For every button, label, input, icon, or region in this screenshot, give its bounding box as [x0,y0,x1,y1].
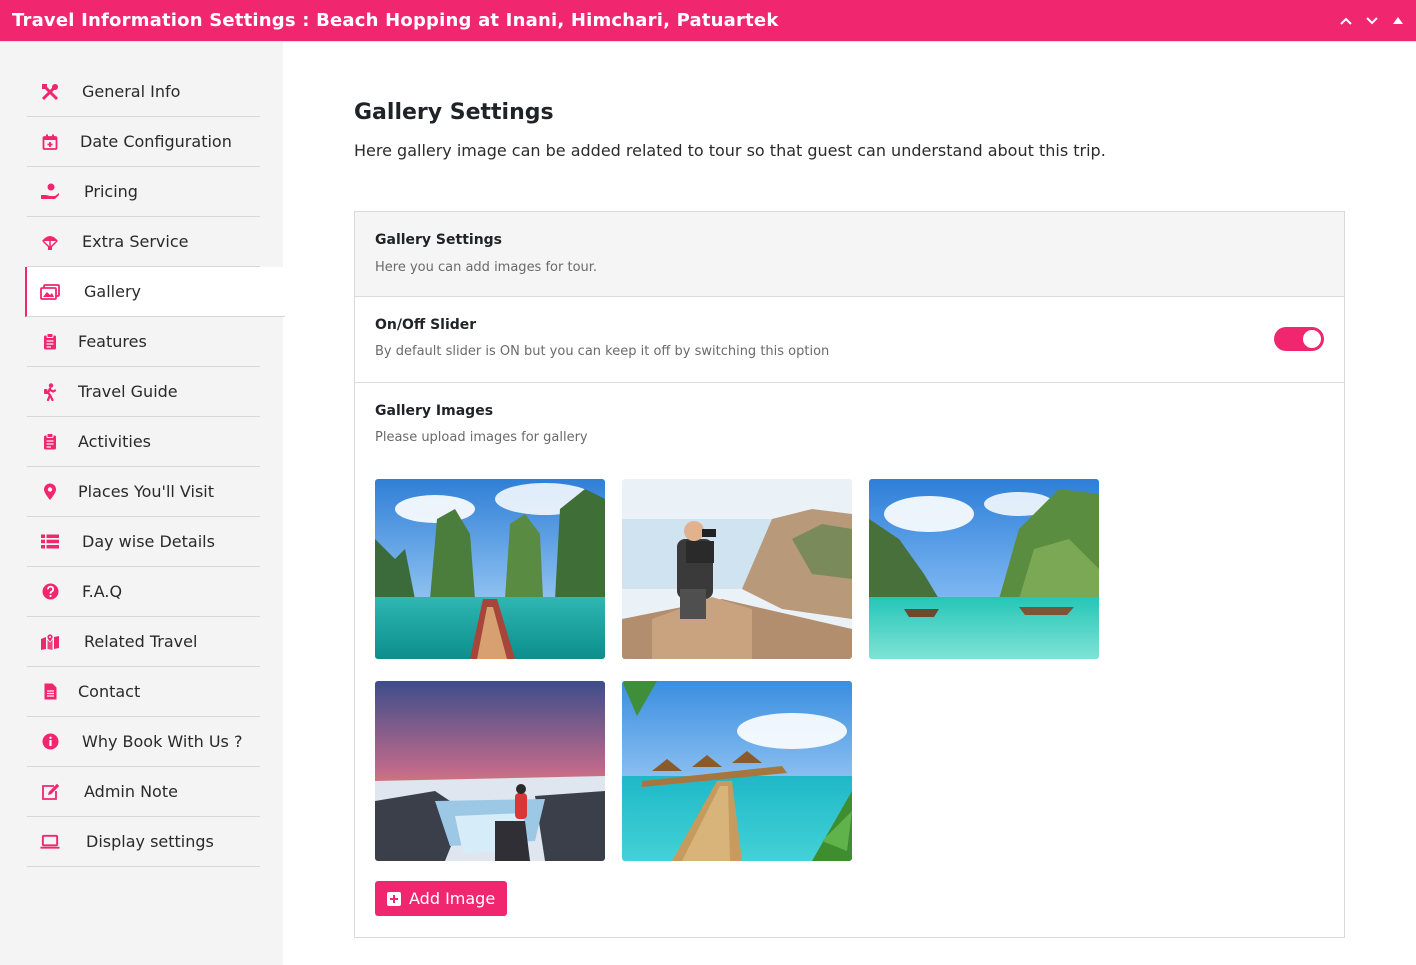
sidebar-item-travel-guide[interactable]: Travel Guide [27,367,260,417]
gallery-image-thumbnail[interactable] [622,681,852,861]
clipboard-icon [40,432,60,452]
sidebar-item-label: Activities [78,432,151,451]
gallery-images-title: Gallery Images [375,403,494,419]
chevron-up-icon[interactable] [1338,13,1354,29]
sidebar-item-label: Features [78,332,147,351]
panel-header-subtitle: Here you can add images for tour. [375,260,598,275]
panel-header-title: Gallery Settings [375,232,503,248]
page-title: Gallery Settings [354,100,554,125]
sidebar-item-why-book-with-us[interactable]: Why Book With Us ? [27,717,260,767]
hiker-icon [40,382,60,402]
parachute-icon [40,232,60,252]
toggle-knob [1303,330,1321,348]
sidebar-item-label: General Info [82,82,181,101]
sidebar-item-label: Date Configuration [80,132,232,151]
add-image-button[interactable]: Add Image [375,881,508,916]
sidebar-item-label: Places You'll Visit [78,482,215,501]
gallery-image-thumbnail[interactable] [375,479,605,659]
tools-icon [40,82,60,102]
gallery-images-subtitle: Please upload images for gallery [375,430,588,445]
sidebar-item-label: Related Travel [84,632,198,651]
sidebar-item-general-info[interactable]: General Info [27,67,260,117]
map-pin-icon [40,482,60,502]
sidebar-item-label: F.A.Q [82,582,123,601]
sidebar: General Info Date Configuration Pricing … [0,42,285,965]
slider-setting-title: On/Off Slider [375,317,477,333]
sidebar-item-features[interactable]: Features [27,317,260,367]
sidebar-item-related-travel[interactable]: Related Travel [27,617,260,667]
gallery-image-thumbnail[interactable] [869,479,1099,659]
clipboard-icon [40,332,60,352]
window-title: Travel Information Settings : Beach Hopp… [12,10,779,31]
page-description: Here gallery image can be added related … [354,141,1106,160]
gallery-image-thumbnail[interactable] [375,681,605,861]
sidebar-item-label: Admin Note [84,782,178,801]
map-marker-icon [40,632,60,652]
sidebar-item-admin-note[interactable]: Admin Note [27,767,260,817]
edit-icon [40,782,60,802]
sidebar-item-label: Gallery [84,282,141,301]
sidebar-item-contact[interactable]: Contact [27,667,260,717]
sidebar-item-label: Pricing [84,182,138,201]
sidebar-item-day-wise-details[interactable]: Day wise Details [27,517,260,567]
sidebar-item-places-youll-visit[interactable]: Places You'll Visit [27,467,260,517]
sidebar-item-extra-service[interactable]: Extra Service [27,217,260,267]
gallery-images-section: Gallery Images Please upload images for … [355,383,1344,937]
slider-setting-subtitle: By default slider is ON but you can keep… [375,344,830,359]
sidebar-item-faq[interactable]: F.A.Q [27,567,260,617]
slider-toggle[interactable] [1274,327,1324,351]
sidebar-item-display-settings[interactable]: Display settings [27,817,260,867]
calendar-plus-icon [40,132,60,152]
info-circle-icon [40,732,60,752]
images-icon [40,282,60,302]
slider-setting-row: On/Off Slider By default slider is ON bu… [355,297,1344,383]
title-bar: Travel Information Settings : Beach Hopp… [0,0,1416,42]
sidebar-item-label: Why Book With Us ? [82,732,243,751]
sidebar-item-label: Extra Service [82,232,189,251]
sidebar-item-label: Travel Guide [78,382,178,401]
sidebar-item-gallery[interactable]: Gallery [25,267,285,317]
sidebar-item-date-configuration[interactable]: Date Configuration [27,117,260,167]
gallery-image-thumbnail[interactable] [622,479,852,659]
sidebar-item-pricing[interactable]: Pricing [27,167,260,217]
laptop-icon [40,832,60,852]
sidebar-item-label: Contact [78,682,141,701]
list-icon [40,532,60,552]
add-image-label: Add Image [409,889,496,908]
document-icon [40,682,60,702]
collapse-triangle-icon[interactable] [1390,13,1406,29]
sidebar-item-label: Display settings [86,832,214,851]
gallery-settings-panel: Gallery Settings Here you can add images… [354,211,1345,938]
sidebar-item-activities[interactable]: Activities [27,417,260,467]
sidebar-nav: General Info Date Configuration Pricing … [25,67,285,867]
window-controls [1338,0,1406,42]
question-circle-icon [40,582,60,602]
panel-header: Gallery Settings Here you can add images… [355,212,1344,297]
hand-coin-icon [40,182,60,202]
chevron-down-icon[interactable] [1364,13,1380,29]
plus-square-icon [387,891,401,906]
sidebar-item-label: Day wise Details [82,532,215,551]
